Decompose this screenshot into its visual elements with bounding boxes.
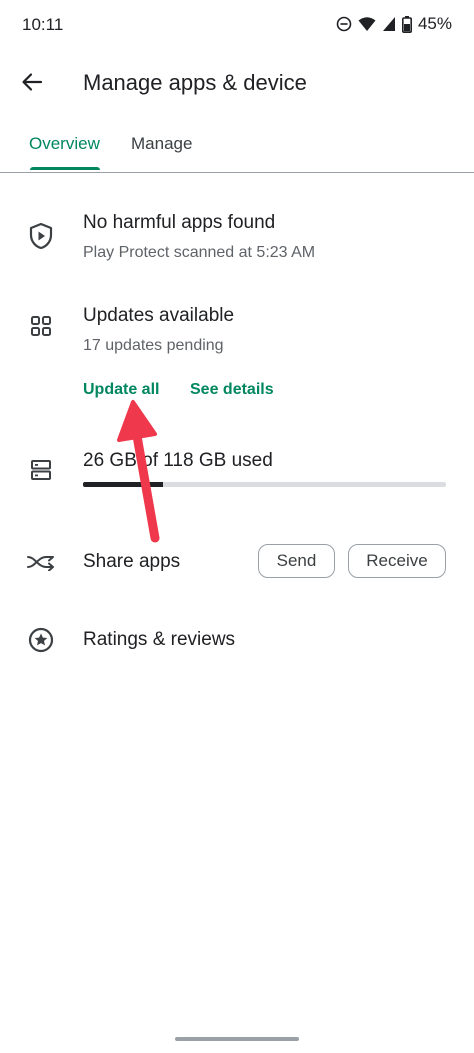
wifi-icon bbox=[358, 16, 376, 32]
storage-progress-fill bbox=[83, 482, 163, 487]
star-circle-icon bbox=[26, 625, 56, 655]
battery-percent: 45% bbox=[417, 14, 452, 33]
tab-manage[interactable]: Manage bbox=[131, 134, 192, 154]
receive-button[interactable]: Receive bbox=[348, 544, 446, 578]
tab-selected-indicator bbox=[30, 167, 100, 170]
send-button[interactable]: Send bbox=[258, 544, 335, 578]
battery-icon bbox=[401, 15, 412, 33]
gesture-nav-handle[interactable] bbox=[175, 1037, 299, 1041]
tab-overview[interactable]: Overview bbox=[29, 134, 100, 154]
do-not-disturb-icon bbox=[336, 16, 352, 32]
status-bar: 10:11 45% bbox=[0, 0, 474, 52]
protect-title: No harmful apps found bbox=[83, 212, 276, 233]
storage-label: 26 GB of 118 GB used bbox=[83, 450, 273, 471]
share-apps-icon bbox=[26, 547, 56, 577]
app-bar: Manage apps & device bbox=[0, 52, 474, 116]
tab-bar: Overview Manage bbox=[0, 120, 474, 173]
storage-icon bbox=[26, 455, 56, 485]
updates-title: Updates available bbox=[83, 305, 235, 326]
ratings-title: Ratings & reviews bbox=[83, 629, 236, 650]
shield-play-icon bbox=[26, 221, 56, 251]
update-all-button[interactable]: Update all bbox=[83, 381, 159, 399]
storage-progress-bar bbox=[83, 482, 446, 487]
share-apps-title: Share apps bbox=[83, 551, 181, 572]
page-title: Manage apps & device bbox=[83, 70, 307, 95]
status-icons: 45% bbox=[336, 14, 452, 34]
protect-subtitle: Play Protect scanned at 5:23 AM bbox=[83, 244, 316, 261]
back-button[interactable] bbox=[14, 66, 50, 102]
arrow-back-icon bbox=[21, 71, 43, 98]
apps-grid-icon bbox=[26, 311, 56, 341]
updates-subtitle: 17 updates pending bbox=[83, 337, 224, 354]
see-details-button[interactable]: See details bbox=[190, 381, 274, 399]
cell-signal-icon bbox=[382, 16, 396, 32]
status-time: 10:11 bbox=[22, 15, 64, 34]
